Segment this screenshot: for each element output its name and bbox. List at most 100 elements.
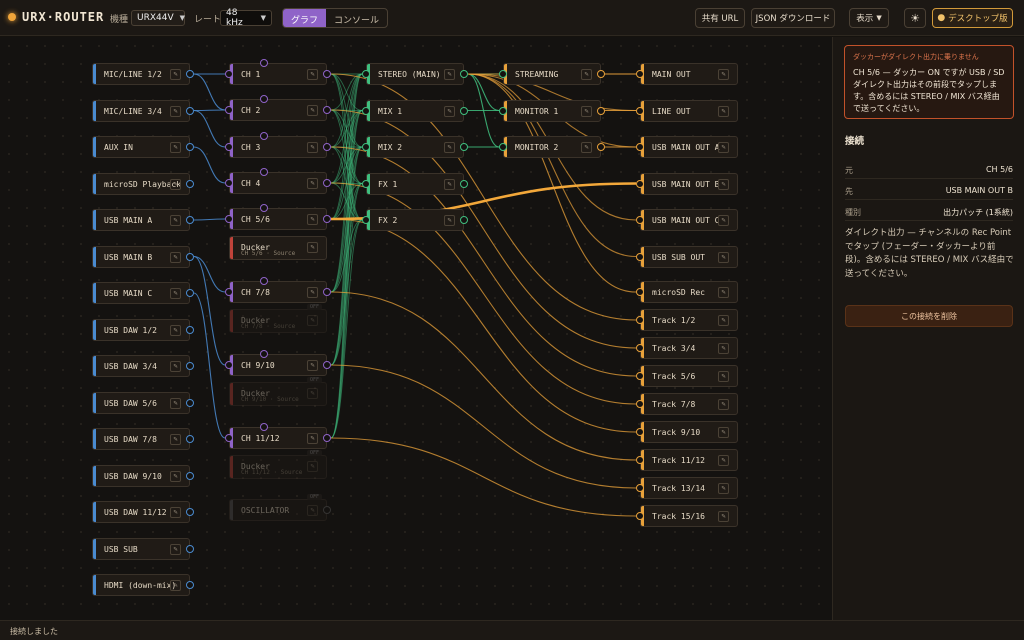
display-menu-button[interactable]: 表示 ▼ — [849, 8, 889, 28]
edit-icon[interactable]: ✎ — [581, 69, 592, 80]
input-port[interactable] — [362, 179, 370, 188]
output-port[interactable] — [186, 106, 194, 115]
monitor-node[interactable]: MONITOR 2 ✎ — [499, 136, 605, 158]
input-port[interactable] — [362, 216, 370, 224]
input-node[interactable]: USB DAW 7/8 ✎ — [92, 428, 194, 450]
output-port[interactable] — [323, 361, 331, 369]
input-port[interactable] — [636, 484, 644, 492]
input-port[interactable] — [636, 512, 644, 520]
send-port[interactable] — [260, 59, 268, 67]
edit-icon[interactable]: ✎ — [170, 580, 181, 591]
input-port[interactable] — [499, 70, 507, 78]
connection-wire[interactable] — [193, 73, 226, 111]
input-port[interactable] — [636, 372, 644, 380]
ducker-node[interactable]: Ducker CH 11/12 · Source OFF ✎ — [229, 450, 327, 479]
input-node[interactable]: USB DAW 1/2 ✎ — [92, 318, 194, 341]
edit-icon[interactable]: ✎ — [718, 251, 729, 263]
send-port[interactable] — [260, 423, 268, 431]
channel-node[interactable]: CH 11/12 ✎ — [225, 423, 331, 449]
output-port[interactable] — [323, 506, 331, 514]
input-port[interactable] — [225, 361, 233, 369]
json-download-button[interactable]: JSON ダウンロード — [751, 8, 835, 28]
edit-icon[interactable]: ✎ — [307, 214, 318, 225]
connection-wire[interactable] — [330, 218, 637, 433]
edit-icon[interactable]: ✎ — [718, 315, 729, 326]
ducker-node[interactable]: Ducker CH 7/8 · Source OFF ✎ — [229, 304, 327, 333]
output-port[interactable] — [323, 434, 331, 442]
edit-icon[interactable]: ✎ — [718, 371, 729, 382]
edit-icon[interactable]: ✎ — [307, 433, 318, 444]
channel-node[interactable]: CH 2 ✎ — [225, 95, 331, 121]
input-port[interactable] — [636, 143, 644, 151]
input-port[interactable] — [225, 179, 233, 187]
input-node[interactable]: USB DAW 5/6 ✎ — [92, 391, 194, 414]
edit-icon[interactable]: ✎ — [718, 178, 729, 190]
edit-icon[interactable]: ✎ — [718, 511, 729, 522]
input-port[interactable] — [636, 316, 644, 324]
edit-icon[interactable]: ✎ — [170, 434, 181, 445]
edit-icon[interactable]: ✎ — [444, 105, 455, 117]
theme-toggle-button[interactable]: ☀ — [904, 8, 926, 28]
output-port[interactable] — [460, 70, 468, 78]
output-node[interactable]: USB MAIN OUT A ✎ — [636, 136, 738, 158]
input-node[interactable]: AUX IN ✎ — [92, 136, 194, 158]
output-port[interactable] — [186, 471, 194, 480]
edit-icon[interactable]: ✎ — [718, 455, 729, 466]
rec-node[interactable]: Track 5/6 ✎ — [636, 365, 738, 387]
channel-node[interactable]: CH 3 ✎ — [225, 132, 331, 158]
input-port[interactable] — [362, 106, 370, 115]
connection-wire[interactable] — [193, 218, 226, 221]
edit-icon[interactable]: ✎ — [170, 178, 181, 190]
output-node[interactable]: USB MAIN OUT B ✎ — [636, 172, 738, 195]
rec-node[interactable]: Track 3/4 ✎ — [636, 337, 738, 359]
output-node[interactable]: USB SUB OUT ✎ — [636, 245, 738, 268]
output-port[interactable] — [460, 179, 468, 188]
output-port[interactable] — [323, 215, 331, 223]
send-port[interactable] — [260, 277, 268, 285]
output-port[interactable] — [460, 106, 468, 115]
bus-node[interactable]: MIX 2 ✎ — [362, 136, 468, 158]
rec-node[interactable]: Track 9/10 ✎ — [636, 421, 738, 443]
input-port[interactable] — [636, 344, 644, 352]
edit-icon[interactable]: ✎ — [444, 69, 455, 80]
ducker-node[interactable]: Ducker CH 5/6 · Source ✎ — [229, 236, 327, 260]
connection-wire[interactable] — [193, 146, 226, 184]
edit-icon[interactable]: ✎ — [307, 315, 318, 326]
input-port[interactable] — [636, 428, 644, 436]
tab-console[interactable]: コンソール — [326, 9, 387, 27]
input-node[interactable]: USB DAW 11/12 ✎ — [92, 501, 194, 523]
edit-icon[interactable]: ✎ — [170, 324, 181, 336]
edit-icon[interactable]: ✎ — [170, 251, 181, 263]
edit-icon[interactable]: ✎ — [170, 470, 181, 482]
rec-node[interactable]: Track 1/2 ✎ — [636, 309, 738, 331]
output-port[interactable] — [186, 581, 194, 589]
channel-node[interactable]: CH 9/10 ✎ — [225, 350, 331, 376]
edit-icon[interactable]: ✎ — [307, 505, 318, 516]
output-node[interactable]: LINE OUT ✎ — [636, 99, 738, 122]
input-node[interactable]: MIC/LINE 3/4 ✎ — [92, 99, 194, 122]
edit-icon[interactable]: ✎ — [170, 361, 181, 372]
input-node[interactable]: HDMI (down-mix) ✎ — [92, 574, 194, 596]
input-port[interactable] — [636, 179, 644, 188]
output-port[interactable] — [186, 179, 194, 188]
edit-icon[interactable]: ✎ — [718, 483, 729, 494]
graph-canvas[interactable]: MIC/LINE 1/2 ✎ MIC/LINE 3/4 ✎ AUX IN ✎ microSD… — [0, 37, 832, 620]
input-port[interactable] — [636, 252, 644, 261]
send-port[interactable] — [260, 132, 268, 140]
send-port[interactable] — [260, 95, 268, 103]
send-port[interactable] — [260, 204, 268, 212]
bus-node[interactable]: FX 1 ✎ — [362, 172, 468, 195]
connection-wire[interactable] — [330, 437, 637, 517]
rec-node[interactable]: Track 11/12 ✎ — [636, 449, 738, 471]
connection-wire[interactable] — [193, 255, 226, 366]
output-node[interactable]: USB MAIN OUT C ✎ — [636, 209, 738, 231]
edit-icon[interactable]: ✎ — [718, 69, 729, 80]
input-node[interactable]: USB DAW 3/4 ✎ — [92, 355, 194, 377]
output-port[interactable] — [186, 252, 194, 261]
output-port[interactable] — [186, 325, 194, 334]
edit-icon[interactable]: ✎ — [307, 461, 318, 472]
input-node[interactable]: MIC/LINE 1/2 ✎ — [92, 63, 194, 85]
monitor-node[interactable]: MONITOR 1 ✎ — [499, 99, 605, 122]
edit-icon[interactable]: ✎ — [170, 543, 181, 555]
edit-icon[interactable]: ✎ — [170, 142, 181, 153]
